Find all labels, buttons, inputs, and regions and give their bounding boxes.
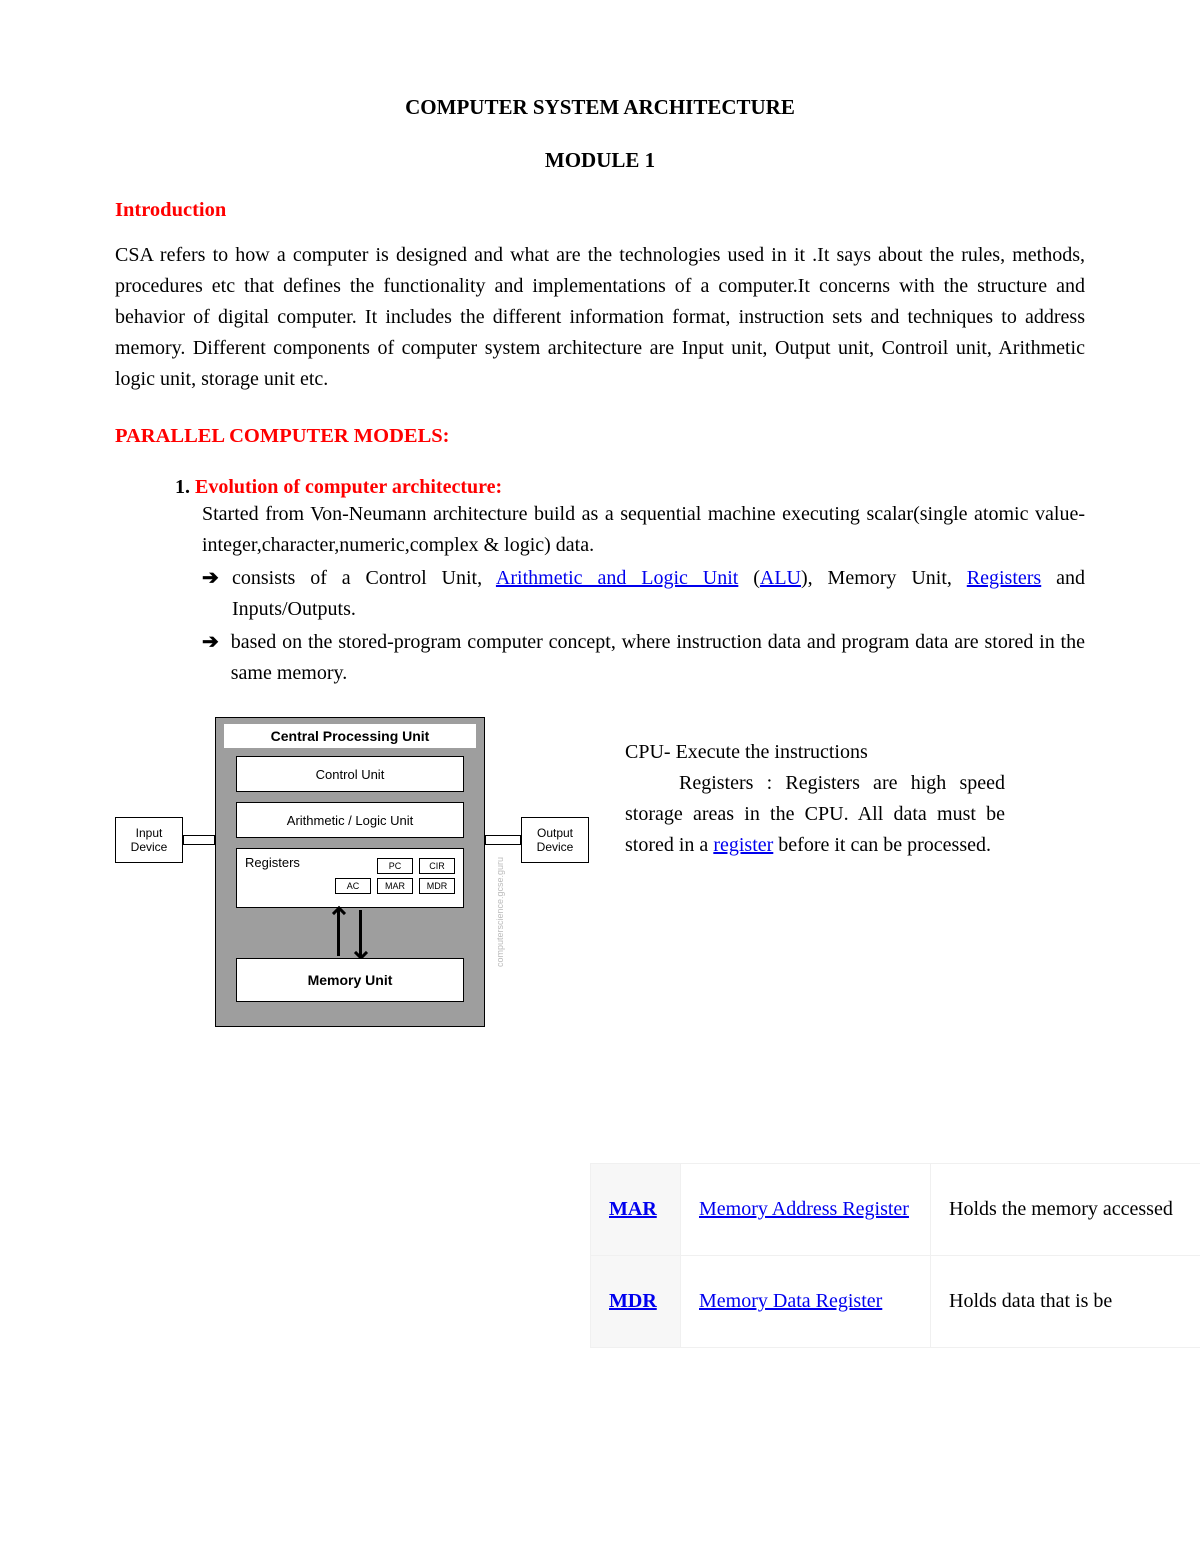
- evolution-heading: 1. Evolution of computer architecture:: [175, 476, 1085, 499]
- alu-box: Arithmetic / Logic Unit: [236, 802, 464, 838]
- mdr-desc: Holds data that is be: [931, 1256, 1200, 1348]
- input-device-box: InputDevice: [115, 817, 183, 863]
- alu-long-link[interactable]: Arithmetic and Logic Unit: [496, 567, 738, 589]
- side-line2-post: before it can be processed.: [773, 834, 991, 856]
- connector-right: [485, 835, 521, 845]
- cpu-title: Central Processing Unit: [224, 724, 476, 748]
- reg-pc: PC: [377, 858, 413, 874]
- alu-short-link[interactable]: ALU: [760, 567, 801, 589]
- evolution-title: Evolution of computer architecture:: [195, 476, 502, 498]
- mar-key-link[interactable]: MAR: [609, 1198, 657, 1220]
- bullet-item-1: ➔ consists of a Control Unit, Arithmetic…: [202, 563, 1085, 625]
- bullet1-mid2: ), Memory Unit,: [801, 567, 967, 589]
- output-device-box: OutputDevice: [521, 817, 589, 863]
- side-line1: CPU- Execute the instructions: [625, 737, 1005, 768]
- registers-box: Registers PC CIR AC MAR MDR: [236, 848, 464, 908]
- cpu-side-text: CPU- Execute the instructions Registers …: [625, 737, 1005, 861]
- table-row: MDR Memory Data Register Holds data that…: [591, 1256, 1200, 1348]
- module-heading: MODULE 1: [115, 148, 1085, 173]
- von-neumann-diagram: Central Processing Unit Control Unit Ari…: [115, 717, 585, 1037]
- evolution-para: Started from Von-Neumann architecture bu…: [175, 499, 1085, 561]
- connector-left: [183, 835, 215, 845]
- memory-unit-box: Memory Unit: [236, 958, 464, 1002]
- register-link[interactable]: register: [713, 834, 773, 856]
- reg-ac: AC: [335, 878, 371, 894]
- table-row: MAR Memory Address Register Holds the me…: [591, 1164, 1200, 1256]
- intro-paragraph: CSA refers to how a computer is designed…: [115, 240, 1085, 395]
- doc-title: COMPUTER SYSTEM ARCHITECTURE: [115, 95, 1085, 120]
- arrow-icon: ➔: [202, 627, 219, 689]
- diagram-watermark: computerscience.gcse.guru: [495, 857, 505, 967]
- reg-mar: MAR: [377, 878, 413, 894]
- bullet1-text-pre: consists of a Control Unit,: [232, 567, 496, 589]
- registers-link[interactable]: Registers: [967, 567, 1041, 589]
- bullet1-mid1: (: [738, 567, 760, 589]
- control-unit-box: Control Unit: [236, 756, 464, 792]
- parallel-models-heading: PARALLEL COMPUTER MODELS:: [115, 425, 1085, 448]
- list-number: 1.: [175, 476, 190, 498]
- mar-desc: Holds the memory accessed: [931, 1164, 1200, 1256]
- bullet-item-2: ➔ based on the stored-program computer c…: [202, 627, 1085, 689]
- intro-heading: Introduction: [115, 199, 1085, 222]
- mdr-val-link[interactable]: Memory Data Register: [699, 1290, 882, 1312]
- reg-mdr: MDR: [419, 878, 455, 894]
- registers-table: MAR Memory Address Register Holds the me…: [590, 1163, 1200, 1348]
- mdr-key-link[interactable]: MDR: [609, 1290, 657, 1312]
- mar-val-link[interactable]: Memory Address Register: [699, 1198, 909, 1220]
- reg-cir: CIR: [419, 858, 455, 874]
- arrow-icon: ➔: [202, 563, 220, 625]
- bullet2-text: based on the stored-program computer con…: [231, 627, 1085, 689]
